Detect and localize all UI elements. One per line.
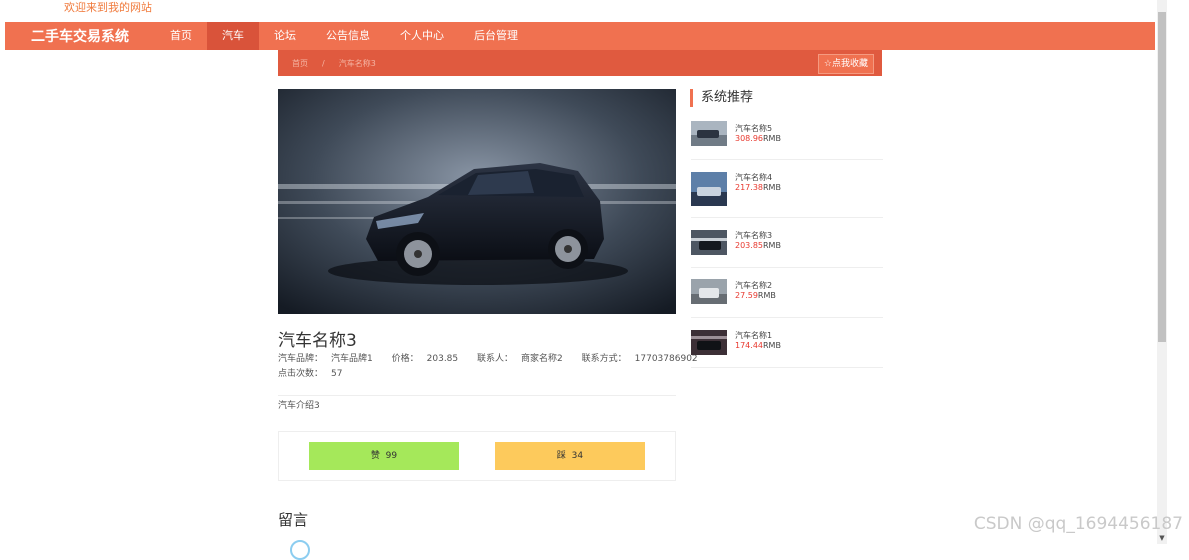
list-item[interactable]: 汽车名称2 27.59RMB — [691, 268, 883, 318]
comments-heading: 留言 — [278, 511, 309, 529]
recommend-name: 汽车名称2 — [735, 281, 773, 290]
breadcrumb: 首页 / 汽车名称3 ☆点我收藏 — [278, 50, 882, 76]
car-thumbnail — [691, 279, 727, 304]
car-thumbnail — [691, 172, 727, 206]
breadcrumb-current: 汽车名称3 — [338, 58, 376, 68]
recommend-list: 汽车名称5 308.96RMB 汽车名称4 217.38RMB 汽车名称3 20… — [691, 110, 883, 368]
car-thumbnail — [691, 121, 727, 146]
nav-item-cars[interactable]: 汽车 — [207, 22, 259, 50]
breadcrumb-home[interactable]: 首页 — [292, 58, 308, 69]
site-brand[interactable]: 二手车交易系统 — [5, 26, 155, 46]
like-label: 赞 — [370, 451, 380, 461]
nav-item-profile[interactable]: 个人中心 — [385, 22, 459, 50]
recommend-price: 308.96RMB — [735, 134, 781, 143]
nav-item-forum[interactable]: 论坛 — [259, 22, 311, 50]
recommend-title: 系统推荐 — [690, 89, 753, 107]
contact-label: 联系人： — [477, 354, 514, 364]
phone-value: 17703786902 — [634, 354, 698, 364]
dislike-label: 踩 — [556, 451, 566, 461]
like-count: 99 — [385, 451, 398, 461]
clicks-field: 点击次数： 57 — [278, 369, 350, 379]
recommend-price: 174.44RMB — [735, 341, 781, 350]
currency: RMB — [763, 183, 781, 192]
list-item[interactable]: 汽车名称1 174.44RMB — [691, 318, 883, 368]
list-item[interactable]: 汽车名称3 203.85RMB — [691, 218, 883, 268]
nav-item-notices[interactable]: 公告信息 — [311, 22, 385, 50]
price-number: 217.38 — [735, 183, 763, 192]
page-scrollbar[interactable]: ▼ — [1157, 0, 1167, 544]
clicks-label: 点击次数： — [278, 369, 324, 379]
main-navbar: 二手车交易系统 首页 汽车 论坛 公告信息 个人中心 后台管理 — [5, 22, 1155, 50]
brand-label: 汽车品牌： — [278, 354, 324, 364]
currency: RMB — [757, 291, 776, 300]
car-photo — [278, 89, 676, 314]
recommend-price: 203.85RMB — [735, 241, 781, 250]
watermark: CSDN @qq_1694456187 — [973, 514, 1183, 534]
list-item[interactable]: 汽车名称5 308.96RMB — [691, 110, 883, 160]
dislike-count: 34 — [571, 451, 584, 461]
dislike-button[interactable]: 踩 34 — [495, 442, 645, 470]
recommend-name: 汽车名称4 — [735, 173, 773, 182]
price-value: 203.85 — [426, 354, 459, 364]
currency: RMB — [763, 241, 781, 250]
currency: RMB — [763, 134, 781, 143]
nav-item-admin[interactable]: 后台管理 — [459, 22, 533, 50]
brand-value: 汽车品牌1 — [331, 354, 373, 364]
car-meta: 汽车品牌： 汽车品牌1 价格： 203.85 联系人： 商家名称2 联系方式： 1770… — [278, 352, 714, 382]
price-label: 价格： — [391, 354, 419, 364]
currency: RMB — [763, 341, 781, 350]
scrollbar-thumb[interactable] — [1158, 12, 1166, 342]
welcome-text: 欢迎来到我的网站 — [64, 1, 152, 14]
price-number: 203.85 — [735, 241, 763, 250]
contact-value: 商家名称2 — [521, 354, 563, 364]
car-title: 汽车名称3 — [278, 331, 357, 351]
recommend-name: 汽车名称3 — [735, 231, 773, 240]
list-item[interactable]: 汽车名称4 217.38RMB — [691, 160, 883, 218]
like-button[interactable]: 赞 99 — [309, 442, 459, 470]
price-number: 174.44 — [735, 341, 763, 350]
car-thumbnail — [691, 230, 727, 255]
phone-field: 联系方式： 17703786902 — [582, 354, 706, 364]
price-number: 308.96 — [735, 134, 763, 143]
recommend-name: 汽车名称1 — [735, 331, 773, 340]
breadcrumb-separator: / — [322, 58, 325, 68]
nav-item-home[interactable]: 首页 — [155, 22, 207, 50]
recommend-name: 汽车名称5 — [735, 124, 773, 133]
recommend-price: 27.59RMB — [735, 291, 776, 300]
phone-label: 联系方式： — [581, 354, 627, 364]
vote-panel: 赞 99 踩 34 — [278, 431, 676, 481]
clicks-value: 57 — [331, 369, 343, 379]
divider — [278, 395, 676, 396]
avatar — [290, 540, 310, 560]
car-thumbnail — [691, 330, 727, 355]
car-intro: 汽车介绍3 — [278, 401, 320, 411]
brand-field: 汽车品牌： 汽车品牌1 — [278, 354, 381, 364]
recommend-price: 217.38RMB — [735, 183, 781, 192]
price-number: 27.59 — [735, 291, 758, 300]
favorite-button[interactable]: ☆点我收藏 — [817, 54, 874, 74]
price-field: 价格： 203.85 — [392, 354, 467, 364]
contact-field: 联系人： 商家名称2 — [477, 354, 571, 364]
